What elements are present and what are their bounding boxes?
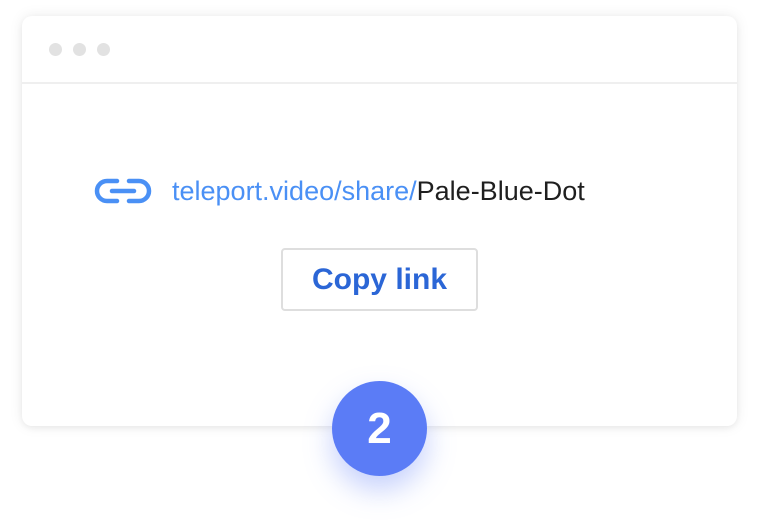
link-icon xyxy=(94,178,152,204)
share-link-row[interactable]: teleport.video/share/Pale-Blue-Dot xyxy=(94,171,585,211)
share-url-prefix[interactable]: teleport.video/share/ xyxy=(172,176,417,207)
stage: teleport.video/share/Pale-Blue-Dot Copy … xyxy=(0,0,762,531)
step-number-badge: 2 xyxy=(332,381,427,476)
copy-link-button[interactable]: Copy link xyxy=(281,248,478,311)
window-dot-minimize xyxy=(73,43,86,56)
window-titlebar xyxy=(22,16,737,84)
browser-window: teleport.video/share/Pale-Blue-Dot Copy … xyxy=(22,16,737,426)
window-dot-maximize xyxy=(97,43,110,56)
window-dot-close xyxy=(49,43,62,56)
share-url-slug[interactable]: Pale-Blue-Dot xyxy=(417,176,585,207)
